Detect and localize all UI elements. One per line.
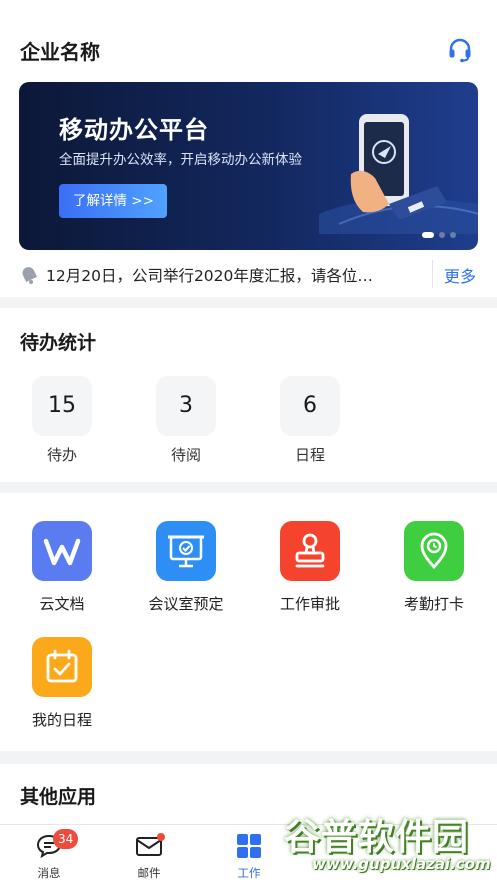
app-meeting-room[interactable]: 会议室预定: [124, 521, 248, 614]
stat-label: 待阅: [170, 446, 201, 464]
stat-label: 待办: [46, 446, 77, 464]
app-label: 考勤打卡: [403, 595, 464, 613]
app-label: 会议室预定: [148, 595, 224, 613]
todo-stats-title: 待办统计: [20, 332, 97, 354]
notice-divider: [432, 260, 433, 288]
notice-text[interactable]: 12月20日，公司举行2020年度汇报，请各位…: [46, 264, 373, 286]
app-attendance[interactable]: 考勤打卡: [372, 521, 496, 614]
stat-pending[interactable]: 15 待办: [32, 376, 92, 465]
phone-hand-illustration: [319, 114, 478, 234]
carousel-dot-1[interactable]: [422, 232, 434, 238]
carousel-dot-2[interactable]: [439, 232, 445, 238]
headset-icon[interactable]: [446, 36, 474, 64]
stat-schedule[interactable]: 6 日程: [280, 376, 340, 465]
watermark-url: www.gupuxlazai.com: [312, 855, 491, 873]
meeting-room-icon: [156, 521, 216, 581]
learn-more-button[interactable]: 了解详情 >>: [59, 184, 167, 218]
top-card: 企业名称 移动办公平台 全面提升办公效率，开启移动办公新体验 了解详情 >> 1…: [0, 0, 497, 297]
stat-value: 3: [156, 376, 216, 436]
tab-messages[interactable]: 34 消息: [19, 829, 79, 881]
company-name: 企业名称: [20, 40, 100, 64]
notice-bar[interactable]: 12月20日，公司举行2020年度汇报，请各位… 更多: [0, 257, 497, 291]
other-apps-title: 其他应用: [20, 786, 97, 808]
unread-badge: 34: [53, 829, 79, 849]
app-my-schedule[interactable]: 我的日程: [0, 637, 124, 730]
tab-work[interactable]: 工作: [219, 833, 279, 881]
location-clock-icon: [404, 521, 464, 581]
stat-value: 6: [280, 376, 340, 436]
tab-mail[interactable]: 邮件: [119, 833, 179, 881]
tab-label: 工作: [237, 866, 261, 880]
bell-icon: [18, 263, 40, 285]
calendar-icon: [32, 637, 92, 697]
mail-new-dot: [157, 833, 165, 841]
app-label: 云文档: [39, 595, 85, 613]
todo-stats-card: 待办统计 15 待办 3 待阅 6 日程: [0, 308, 497, 482]
carousel-dots[interactable]: [422, 232, 456, 238]
site-watermark: 谷普软件园 www.gupuxlazai.com: [272, 806, 497, 883]
app-approval[interactable]: 工作审批: [248, 521, 372, 614]
app-label: 我的日程: [31, 711, 92, 729]
more-link[interactable]: 更多: [444, 263, 476, 287]
banner-title: 移动办公平台: [59, 116, 209, 144]
app-cloud-docs[interactable]: 云文档: [0, 521, 124, 614]
tab-label: 邮件: [137, 866, 161, 880]
stat-to-read[interactable]: 3 待阅: [156, 376, 216, 465]
grid-icon: [237, 834, 261, 858]
wps-icon: [32, 521, 92, 581]
watermark-title: 谷普软件园: [284, 817, 470, 858]
banner-subtitle: 全面提升办公效率，开启移动办公新体验: [59, 152, 302, 168]
carousel-dot-3[interactable]: [450, 232, 456, 238]
promo-banner[interactable]: 移动办公平台 全面提升办公效率，开启移动办公新体验 了解详情 >>: [19, 82, 478, 250]
stamp-icon: [280, 521, 340, 581]
tab-label: 消息: [37, 866, 61, 880]
apps-grid: 云文档 会议室预定 工作审批 考勤打卡 我的日程: [0, 493, 497, 751]
stat-value: 15: [32, 376, 92, 436]
stat-label: 日程: [294, 446, 325, 464]
app-label: 工作审批: [279, 595, 340, 613]
